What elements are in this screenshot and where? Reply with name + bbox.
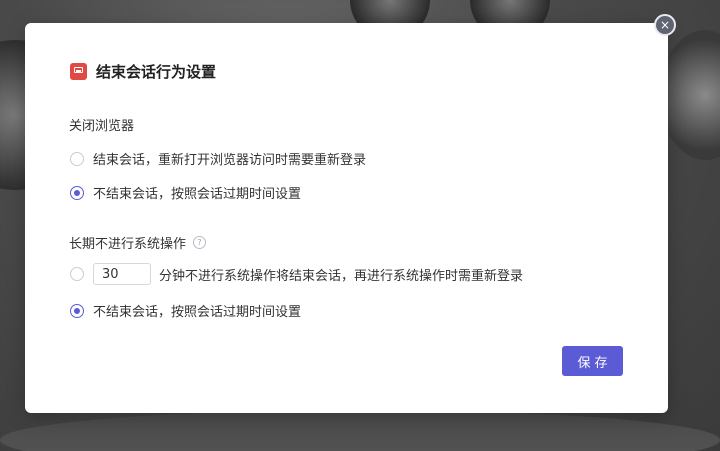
option-label: 不结束会话，按照会话过期时间设置 <box>93 187 302 202</box>
session-settings-dialog: 结束会话行为设置 关闭浏览器 结束会话，重新打开浏览器访问时需要重新登录 不结束… <box>25 23 668 413</box>
radio-button[interactable] <box>70 151 84 166</box>
browser-close-section-label: 关闭浏览器 <box>69 115 134 134</box>
dialog-title: 结束会话行为设置 <box>96 63 217 81</box>
browser-close-end-session-option[interactable]: 结束会话，重新打开浏览器访问时需要重新登录 <box>70 149 366 168</box>
save-button[interactable]: 保存 <box>562 346 623 376</box>
browser-close-keep-session-option[interactable]: 不结束会话，按照会话过期时间设置 <box>70 183 301 202</box>
idle-section-label: 长期不进行系统操作 ? <box>69 233 207 252</box>
radio-button[interactable] <box>70 267 84 281</box>
option-label: 分钟不进行系统操作将结束会话，再进行系统操作时需重新登录 <box>159 268 524 284</box>
dialog-header: 结束会话行为设置 <box>70 61 216 82</box>
background-shape <box>0 410 720 451</box>
option-label: 不结束会话，按照会话过期时间设置 <box>93 305 302 320</box>
radio-button-checked[interactable] <box>70 303 84 318</box>
section-label-text: 长期不进行系统操作 <box>69 237 187 252</box>
option-label: 结束会话，重新打开浏览器访问时需要重新登录 <box>93 153 367 168</box>
idle-keep-session-option[interactable]: 不结束会话，按照会话过期时间设置 <box>70 301 301 320</box>
section-label-text: 关闭浏览器 <box>69 119 135 134</box>
radio-button-checked[interactable] <box>70 185 84 200</box>
message-icon <box>70 63 87 80</box>
minutes-input[interactable] <box>93 263 151 285</box>
background-shape <box>660 30 720 160</box>
close-icon[interactable]: × <box>654 14 676 36</box>
help-icon[interactable]: ? <box>193 236 207 249</box>
idle-timeout-option[interactable]: 分钟不进行系统操作将结束会话，再进行系统操作时需重新登录 <box>70 263 523 285</box>
